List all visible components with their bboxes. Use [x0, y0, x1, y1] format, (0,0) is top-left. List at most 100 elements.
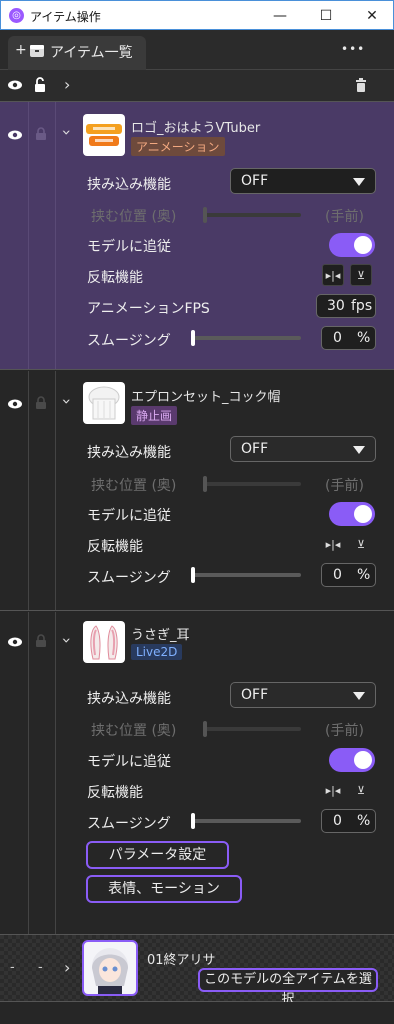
visibility-dash: - — [10, 960, 15, 975]
position-label: 挟む位置 (奥) — [91, 723, 177, 739]
footer-area — [0, 1002, 394, 1024]
window-titlebar: ◎ アイテム操作 — ☐ ✕ — [0, 0, 394, 30]
item-type-badge: 静止画 — [131, 406, 178, 425]
expression-motion-button[interactable]: 表情、モーション — [86, 875, 242, 903]
smoothing-input[interactable]: 0 % — [321, 563, 376, 587]
item-thumbnail — [83, 114, 125, 156]
tab-label: アイテム一覧 — [50, 45, 133, 61]
smoothing-slider-track[interactable] — [193, 336, 301, 340]
follow-model-label: モデルに追従 — [87, 754, 171, 770]
tab-item-list[interactable]: + アイテム一覧 — [8, 36, 146, 70]
mask-select[interactable]: OFF — [230, 168, 376, 194]
item-panel-usagi[interactable]: › うさぎ_耳 Live2D 挟み込み機能 OFF 挟む位置 (奥) (手前) … — [0, 612, 394, 934]
lock-open-icon[interactable] — [34, 77, 46, 93]
smoothing-label: スムージング — [87, 333, 171, 349]
lock-icon[interactable] — [35, 127, 47, 141]
visibility-eye-icon[interactable] — [7, 398, 23, 410]
position-slider-handle[interactable] — [203, 721, 207, 737]
smoothing-slider-handle[interactable] — [191, 813, 195, 829]
item-type-badge: Live2D — [131, 644, 183, 660]
item-thumbnail — [83, 382, 125, 424]
position-right-label: (手前) — [325, 478, 364, 494]
follow-model-toggle[interactable] — [329, 748, 375, 772]
more-menu-icon[interactable]: ••• — [341, 42, 365, 56]
collapse-chevron-icon[interactable]: › — [58, 129, 77, 135]
item-name: ロゴ_おはようVTuber — [131, 121, 261, 136]
flip-horizontal-icon[interactable]: ▸|◂ — [322, 533, 344, 555]
item-thumbnail — [83, 621, 125, 663]
smoothing-slider-handle[interactable] — [191, 567, 195, 583]
position-label: 挟む位置 (奥) — [91, 478, 177, 494]
flip-label: 反転機能 — [87, 785, 143, 801]
window-title: アイテム操作 — [30, 10, 101, 24]
position-label: 挟む位置 (奥) — [91, 209, 177, 225]
collapse-chevron-icon[interactable]: › — [58, 637, 77, 643]
smoothing-slider-track[interactable] — [193, 573, 301, 577]
fps-label: アニメーションFPS — [87, 301, 210, 317]
expand-all-chevron-icon[interactable]: › — [64, 75, 70, 94]
flip-label: 反転機能 — [87, 539, 143, 555]
mask-select[interactable]: OFF — [230, 682, 376, 708]
smoothing-slider-handle[interactable] — [191, 330, 195, 346]
visibility-eye-icon[interactable] — [7, 636, 23, 648]
position-slider-track[interactable] — [205, 213, 301, 217]
add-tab-icon[interactable]: + — [15, 42, 27, 58]
dropdown-arrow-icon — [353, 178, 365, 186]
dropdown-arrow-icon — [353, 692, 365, 700]
position-slider-handle[interactable] — [203, 476, 207, 492]
follow-model-toggle[interactable] — [329, 502, 375, 526]
lock-icon[interactable] — [35, 634, 47, 648]
select-all-items-button[interactable]: このモデルの全アイテムを選択 — [198, 968, 378, 1007]
item-panel-logo[interactable]: › ロゴ_おはようVTuber アニメーション 挟み込み機能 OFF 挟む位置 … — [0, 102, 394, 370]
item-type-badge: アニメーション — [131, 137, 225, 156]
lock-dash: - — [38, 960, 43, 975]
expand-chevron-icon[interactable]: › — [64, 958, 70, 977]
flip-vertical-icon[interactable]: ⊻ — [350, 264, 372, 286]
close-button[interactable]: ✕ — [349, 1, 394, 31]
item-name: エプロンセット_コック帽 — [131, 390, 281, 405]
flip-vertical-icon[interactable]: ⊻ — [350, 779, 372, 801]
item-panel-apron[interactable]: › エプロンセット_コック帽 静止画 挟み込み機能 OFF 挟む位置 (奥) (… — [0, 371, 394, 611]
maximize-button[interactable]: ☐ — [303, 1, 349, 31]
flip-vertical-icon[interactable]: ⊻ — [350, 533, 372, 555]
model-avatar — [82, 940, 138, 996]
toolbar: › — [0, 70, 394, 102]
eye-icon[interactable] — [7, 79, 23, 91]
position-right-label: (手前) — [325, 723, 364, 739]
lock-icon[interactable] — [35, 396, 47, 410]
position-right-label: (手前) — [325, 209, 364, 225]
smoothing-input[interactable]: 0 % — [321, 326, 376, 350]
model-row[interactable]: - - › 01終アリサ このモデルの全アイテムを選択 — [0, 934, 394, 1007]
follow-model-toggle[interactable] — [329, 233, 375, 257]
follow-model-label: モデルに追従 — [87, 508, 171, 524]
flip-label: 反転機能 — [87, 270, 143, 286]
model-name: 01終アリサ — [147, 953, 216, 968]
follow-model-label: モデルに追従 — [87, 239, 171, 255]
flip-horizontal-icon[interactable]: ▸|◂ — [322, 264, 344, 286]
smoothing-input[interactable]: 0 % — [321, 809, 376, 833]
app-icon: ◎ — [9, 8, 24, 23]
dropdown-arrow-icon — [353, 446, 365, 454]
rabbit-ears-image — [90, 625, 118, 660]
minimize-button[interactable]: — — [257, 1, 303, 31]
parameter-settings-button[interactable]: パラメータ設定 — [86, 841, 229, 869]
box-icon — [30, 45, 44, 57]
mask-label: 挟み込み機能 — [87, 177, 171, 193]
smoothing-slider-track[interactable] — [193, 819, 301, 823]
position-slider-track[interactable] — [205, 482, 301, 486]
item-name: うさぎ_耳 — [131, 628, 190, 643]
mask-label: 挟み込み機能 — [87, 691, 171, 707]
fps-input[interactable]: 30 fps — [316, 294, 376, 318]
chef-hat-image — [88, 386, 120, 420]
model-character-image — [92, 948, 128, 994]
smoothing-label: スムージング — [87, 816, 171, 832]
mask-select[interactable]: OFF — [230, 436, 376, 462]
trash-icon[interactable] — [355, 78, 367, 93]
collapse-chevron-icon[interactable]: › — [58, 398, 77, 404]
ohayo-vtuber-logo-image — [86, 124, 122, 146]
position-slider-handle[interactable] — [203, 207, 207, 223]
visibility-eye-icon[interactable] — [7, 129, 23, 141]
smoothing-label: スムージング — [87, 570, 171, 586]
flip-horizontal-icon[interactable]: ▸|◂ — [322, 779, 344, 801]
position-slider-track[interactable] — [205, 727, 301, 731]
